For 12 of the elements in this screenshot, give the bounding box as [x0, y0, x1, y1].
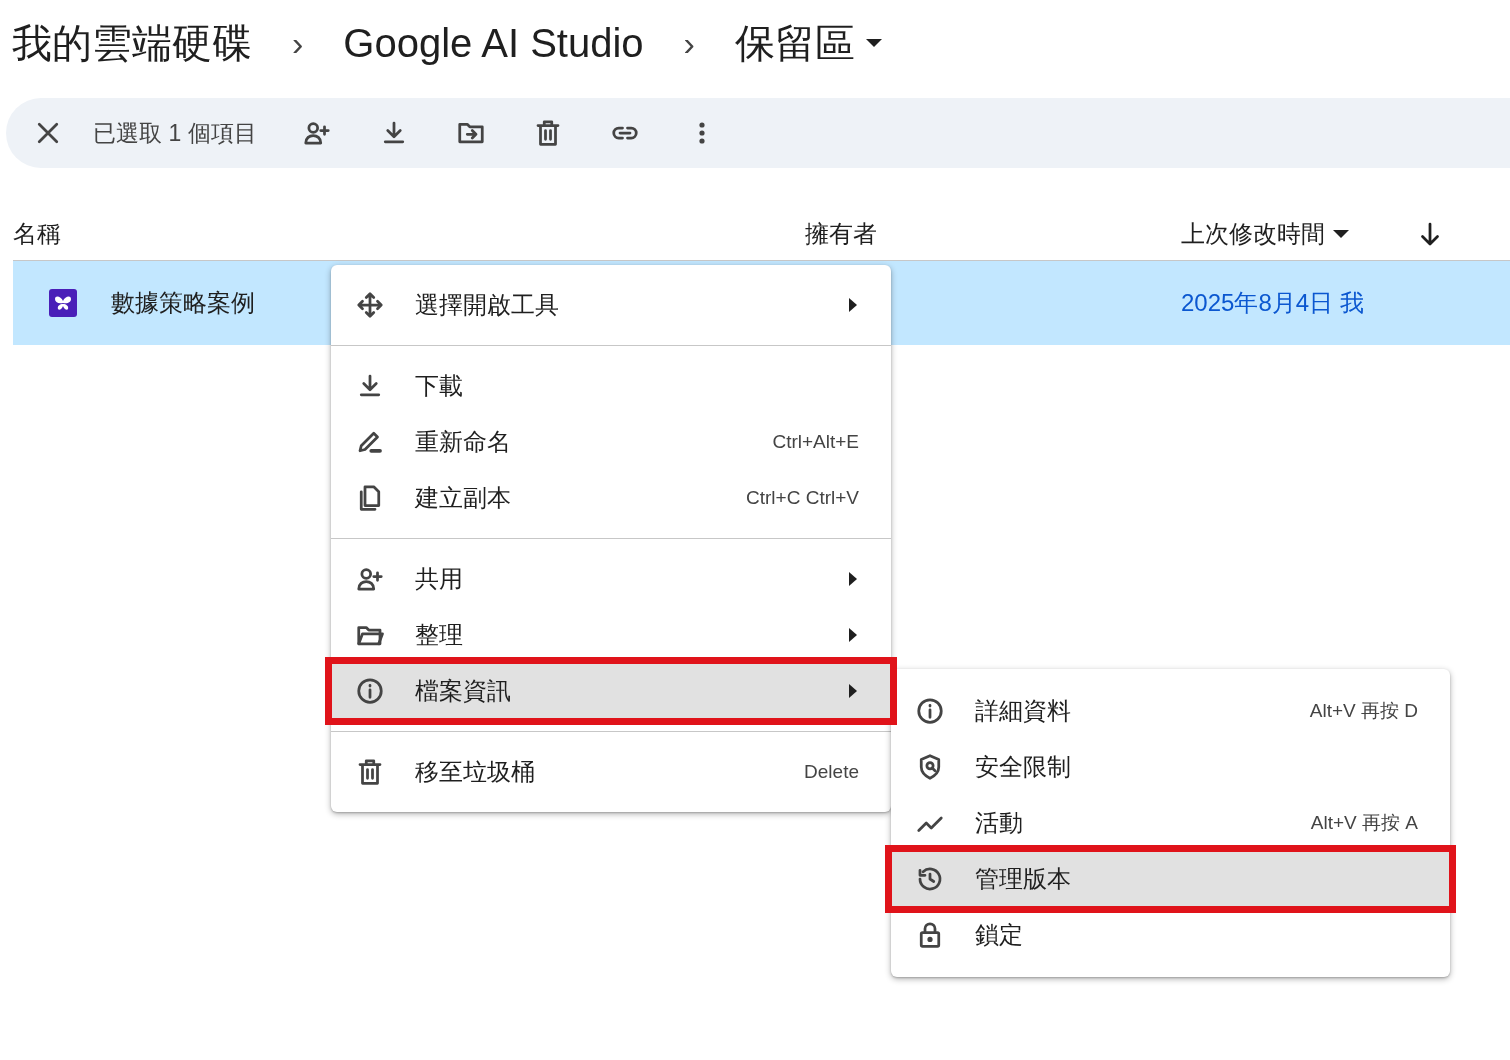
shortcut-text: Ctrl+Alt+E	[772, 431, 859, 453]
file-name: 數據策略案例	[111, 288, 255, 318]
shortcut-text: Alt+V 再按 A	[1310, 811, 1418, 835]
shortcut-text: Ctrl+C Ctrl+V	[746, 487, 859, 509]
shortcut-text: Alt+V 再按 D	[1309, 699, 1418, 723]
selection-count: 已選取 1 個項目	[93, 118, 257, 148]
breadcrumb-separator: ›	[292, 23, 304, 63]
breadcrumb-separator: ›	[683, 23, 695, 63]
shortcut-text: Delete	[804, 761, 859, 783]
column-header: 擁有者	[805, 219, 878, 249]
modified-date: 2025年8月4日 我	[1181, 288, 1365, 318]
column-header: 名稱	[13, 219, 62, 249]
